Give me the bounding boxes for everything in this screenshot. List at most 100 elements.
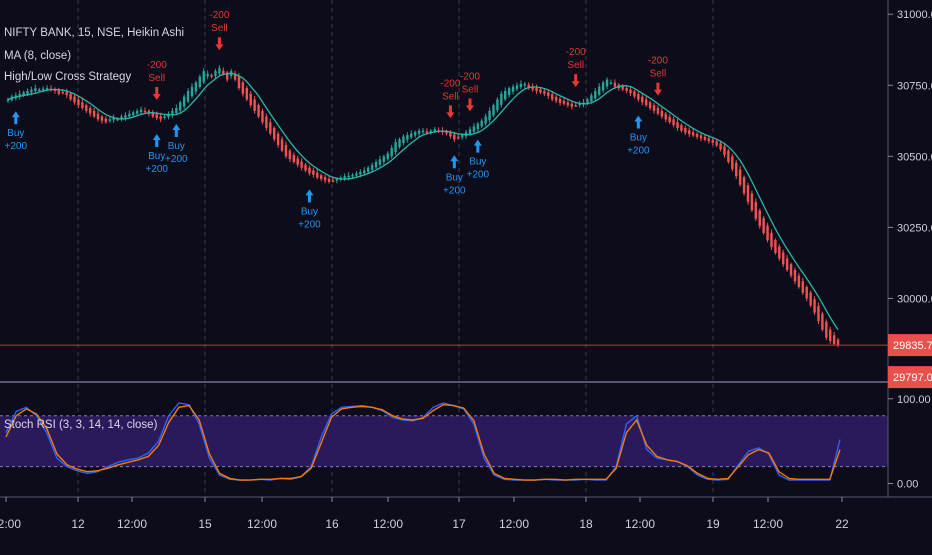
candle-body[interactable] (648, 102, 652, 108)
candle-body[interactable] (398, 139, 401, 148)
candle-body[interactable] (539, 89, 542, 93)
candle-body[interactable] (805, 287, 808, 299)
candle-body[interactable] (523, 83, 527, 86)
candle-body[interactable] (660, 110, 664, 117)
candle-body[interactable] (672, 119, 675, 126)
candle-body[interactable] (507, 88, 511, 96)
candle-body[interactable] (797, 275, 801, 288)
candle-body[interactable] (163, 116, 166, 119)
candle-body[interactable] (562, 100, 566, 104)
candle-body[interactable] (249, 93, 252, 106)
candle-body[interactable] (265, 116, 268, 128)
candle-body[interactable] (676, 122, 679, 128)
candle-body[interactable] (813, 299, 816, 313)
candle-body[interactable] (492, 105, 495, 116)
candle-body[interactable] (363, 170, 366, 174)
candle-body[interactable] (69, 93, 72, 100)
candle-body[interactable] (237, 76, 241, 89)
candle-body[interactable] (38, 89, 41, 92)
candle-body[interactable] (711, 139, 714, 143)
candle-body[interactable] (480, 120, 483, 127)
candle-body[interactable] (100, 116, 104, 121)
candle-body[interactable] (782, 252, 785, 265)
candle-body[interactable] (370, 164, 374, 170)
candle-body[interactable] (460, 135, 464, 138)
strategy-legend-label[interactable]: High/Low Cross Strategy (4, 70, 184, 84)
candle-body[interactable] (304, 164, 307, 171)
candle-body[interactable] (472, 126, 476, 132)
candle-body[interactable] (684, 127, 687, 133)
candle-body[interactable] (222, 70, 225, 74)
candle-body[interactable] (594, 90, 597, 99)
candle-body[interactable] (742, 177, 746, 194)
candle-body[interactable] (457, 136, 460, 139)
candle-body[interactable] (504, 90, 507, 100)
candle-body[interactable] (570, 103, 574, 107)
candle-body[interactable] (394, 142, 397, 153)
candle-body[interactable] (821, 313, 824, 330)
candle-body[interactable] (351, 174, 354, 177)
candle-body[interactable] (327, 178, 331, 182)
candle-body[interactable] (715, 141, 718, 146)
candle-body[interactable] (515, 85, 519, 90)
candle-body[interactable] (688, 130, 691, 135)
candle-body[interactable] (417, 130, 421, 134)
candle-body[interactable] (793, 269, 797, 282)
candle-body[interactable] (34, 88, 37, 91)
candle-body[interactable] (26, 90, 29, 94)
candle-body[interactable] (691, 132, 695, 136)
candle-body[interactable] (680, 125, 683, 131)
candle-body[interactable] (731, 156, 734, 170)
candle-body[interactable] (699, 135, 703, 139)
candle-body[interactable] (198, 76, 202, 87)
candle-body[interactable] (601, 82, 605, 91)
candle-body[interactable] (488, 110, 491, 121)
candle-body[interactable] (182, 96, 186, 107)
candle-body[interactable] (762, 218, 765, 234)
candle-body[interactable] (735, 162, 738, 177)
candle-body[interactable] (81, 102, 84, 108)
candle-body[interactable] (132, 112, 135, 116)
candle-body[interactable] (214, 71, 217, 76)
candle-body[interactable] (723, 146, 726, 155)
candle-body[interactable] (750, 193, 754, 211)
candle-body[interactable] (809, 292, 812, 306)
candle-body[interactable] (269, 122, 272, 134)
candle-body[interactable] (801, 281, 805, 293)
ma-legend-label[interactable]: MA (8, close) (4, 49, 184, 63)
candle-body[interactable] (832, 335, 836, 344)
candle-body[interactable] (621, 86, 624, 90)
candle-body[interactable] (535, 87, 538, 91)
candle-body[interactable] (476, 123, 480, 130)
candle-body[interactable] (766, 225, 769, 241)
candle-body[interactable] (73, 96, 76, 103)
candle-body[interactable] (558, 98, 562, 103)
candle-body[interactable] (652, 105, 656, 111)
candle-body[interactable] (179, 102, 182, 111)
candle-body[interactable] (605, 79, 609, 87)
candle-body[interactable] (633, 91, 636, 97)
candle-body[interactable] (276, 133, 280, 145)
candle-body[interactable] (190, 86, 194, 97)
candle-body[interactable] (707, 138, 711, 142)
candle-body[interactable] (300, 161, 303, 168)
candle-body[interactable] (496, 99, 499, 111)
candle-body[interactable] (754, 201, 758, 219)
candle-body[interactable] (378, 159, 382, 165)
candle-body[interactable] (609, 82, 613, 84)
candle-body[interactable] (468, 129, 472, 135)
candle-body[interactable] (550, 94, 554, 100)
candle-body[interactable] (703, 136, 707, 140)
candle-body[interactable] (413, 132, 417, 136)
candle-body[interactable] (613, 82, 617, 87)
candle-body[interactable] (778, 246, 781, 259)
candle-body[interactable] (292, 154, 296, 162)
candle-body[interactable] (96, 113, 100, 120)
candle-body[interactable] (789, 264, 793, 276)
candle-body[interactable] (206, 73, 209, 77)
candle-body[interactable] (61, 91, 64, 94)
candle-body[interactable] (625, 87, 628, 91)
candle-body[interactable] (108, 119, 111, 121)
candle-body[interactable] (57, 90, 61, 94)
candle-body[interactable] (410, 133, 413, 138)
